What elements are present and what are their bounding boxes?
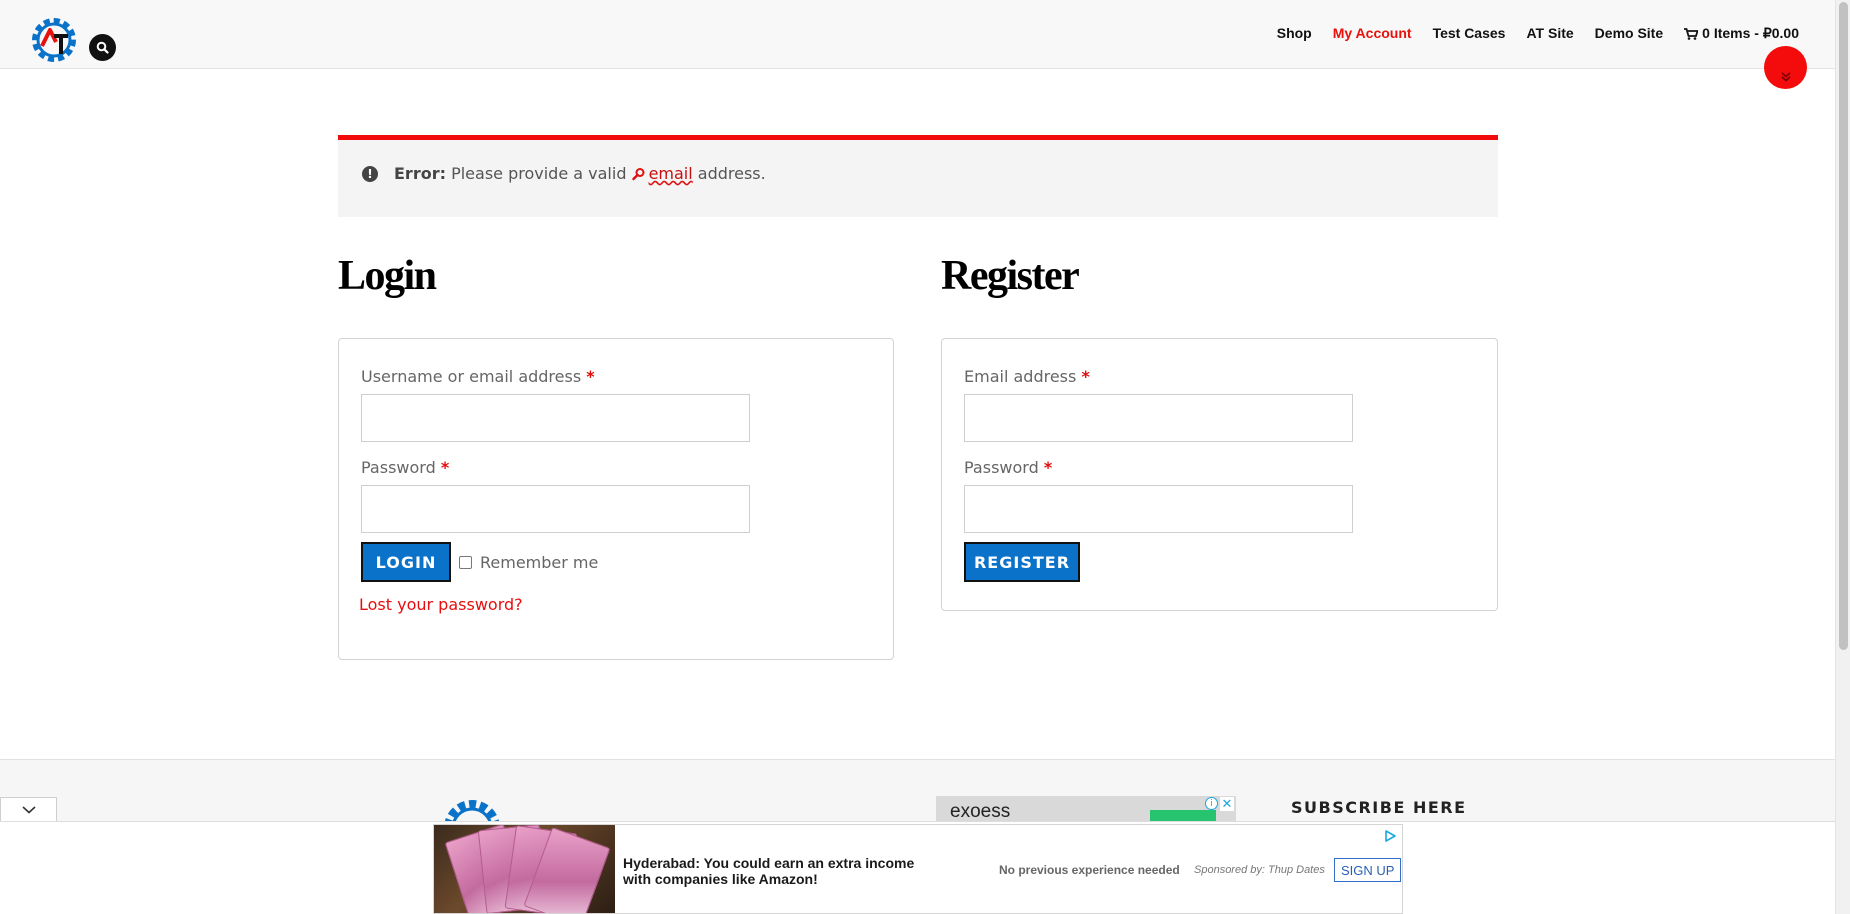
username-label: Username or email address *: [361, 367, 595, 386]
adchoices-icon[interactable]: [1383, 829, 1397, 843]
ad-sponsor: Sponsored by: Thup Dates: [1194, 864, 1325, 876]
error-prefix: Error:: [394, 164, 446, 183]
register-password-input[interactable]: [964, 485, 1353, 533]
exclamation-icon: !: [362, 166, 378, 182]
magnifier-icon: [631, 168, 645, 181]
nav-test-cases[interactable]: Test Cases: [1433, 25, 1506, 42]
ad-image: [434, 825, 615, 913]
nav-demo-site[interactable]: Demo Site: [1595, 25, 1663, 42]
subscribe-heading: SUBSCRIBE HERE: [1291, 798, 1467, 817]
login-password-input[interactable]: [361, 485, 750, 533]
error-text-after: address.: [692, 164, 766, 183]
nav-cart[interactable]: 0 Items - ₽0.00: [1684, 25, 1799, 42]
login-form: Username or email address * Password * L…: [338, 338, 894, 660]
register-heading: Register: [941, 253, 1080, 299]
remember-me-checkbox[interactable]: [459, 556, 472, 569]
nav-at-site[interactable]: AT Site: [1526, 25, 1573, 42]
username-input[interactable]: [361, 394, 750, 442]
lost-password-link[interactable]: Lost your password?: [359, 595, 523, 614]
required-mark: *: [1043, 458, 1053, 477]
required-mark: *: [586, 367, 595, 386]
ad-info-icon[interactable]: i: [1205, 797, 1218, 810]
nav-shop[interactable]: Shop: [1277, 25, 1312, 42]
search-button[interactable]: [89, 34, 116, 61]
error-text-before: Please provide a valid: [446, 164, 632, 183]
ad-subtext: No previous experience needed: [999, 863, 1180, 877]
cart-icon: [1684, 27, 1699, 40]
ad-close-icon[interactable]: ✕: [1220, 797, 1234, 812]
search-icon: [96, 41, 109, 54]
error-notice: ! Error: Please provide a valid email ad…: [338, 135, 1498, 217]
required-mark: *: [440, 458, 450, 477]
error-message: Error: Please provide a valid email addr…: [394, 164, 766, 183]
site-header: Shop My Account Test Cases AT Site Demo …: [0, 0, 1835, 69]
scrollbar-thumb[interactable]: [1839, 2, 1848, 650]
ad-signup-button[interactable]: SIGN UP: [1334, 858, 1402, 882]
ad-banner[interactable]: Hyderabad: You could earn an extra incom…: [433, 824, 1403, 914]
login-password-label-text: Password: [361, 458, 436, 477]
cart-summary: 0 Items - ₽0.00: [1702, 25, 1799, 41]
error-email-link[interactable]: email: [631, 164, 693, 183]
remember-me-label: Remember me: [480, 553, 599, 572]
register-password-label: Password *: [964, 458, 1052, 477]
username-label-text: Username or email address: [361, 367, 582, 386]
error-link-text: email: [648, 164, 693, 183]
login-heading: Login: [338, 253, 437, 299]
login-password-label: Password *: [361, 458, 449, 477]
footer-ad-text: exoess: [950, 801, 1011, 822]
register-email-input[interactable]: [964, 394, 1353, 442]
ad-headline[interactable]: Hyderabad: You could earn an extra incom…: [623, 855, 943, 887]
page-scrollbar[interactable]: [1835, 0, 1850, 914]
register-email-label: Email address *: [964, 367, 1090, 386]
register-button[interactable]: REGISTER: [964, 542, 1080, 582]
login-button[interactable]: LOGIN: [361, 542, 451, 582]
chevron-down-icon: [21, 805, 36, 814]
scroll-toggle-button[interactable]: [1764, 46, 1807, 89]
remember-me[interactable]: Remember me: [459, 553, 598, 572]
nav-my-account[interactable]: My Account: [1333, 25, 1412, 42]
required-mark: *: [1081, 367, 1090, 386]
ad-collapse-tab[interactable]: [0, 797, 57, 821]
register-password-label-text: Password: [964, 458, 1039, 477]
register-email-label-text: Email address: [964, 367, 1077, 386]
chevron-double-down-icon: [1780, 72, 1791, 82]
main-nav: Shop My Account Test Cases AT Site Demo …: [1277, 25, 1799, 42]
site-logo[interactable]: [28, 14, 80, 66]
register-form: Email address * Password * REGISTER: [941, 338, 1498, 611]
